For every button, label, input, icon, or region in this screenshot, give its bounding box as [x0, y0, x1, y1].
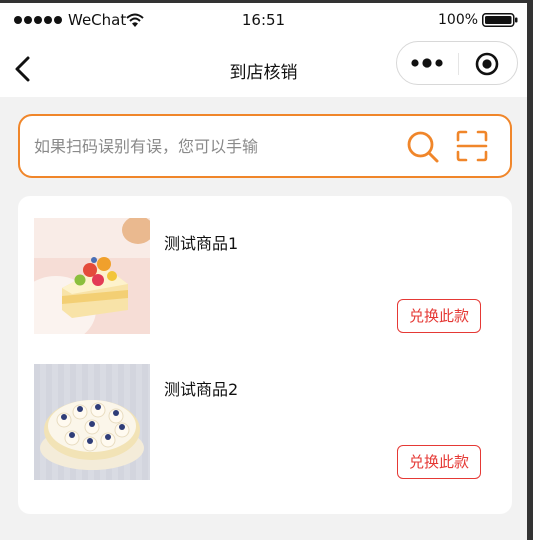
battery-icon [482, 13, 518, 27]
close-miniprogram-icon[interactable] [475, 52, 499, 76]
capsule-divider [458, 53, 459, 75]
product-name: 测试商品2 [164, 380, 239, 399]
search-bar [18, 114, 512, 178]
status-bar: WeChat 16:51 100% [0, 3, 527, 41]
miniprogram-capsule [396, 41, 518, 85]
product-list: 测试商品1 兑换此款 测试商品2 兑换此款 [18, 196, 512, 514]
cake-slice-image [34, 218, 150, 334]
redeem-button[interactable]: 兑换此款 [397, 299, 481, 333]
navigation-bar: 到店核销 [0, 41, 527, 97]
product-name: 测试商品1 [164, 234, 239, 253]
search-input[interactable] [34, 130, 394, 162]
window-frame-right [527, 0, 533, 540]
scan-code-icon[interactable] [456, 130, 488, 162]
product-item: 测试商品1 兑换此款 [18, 218, 512, 338]
blueberry-cake-image [34, 364, 150, 480]
redeem-button[interactable]: 兑换此款 [397, 445, 481, 479]
battery-percentage: 100% [438, 12, 479, 28]
search-icon[interactable] [406, 130, 440, 164]
product-item: 测试商品2 兑换此款 [18, 364, 512, 484]
more-dots-icon[interactable] [411, 58, 443, 68]
